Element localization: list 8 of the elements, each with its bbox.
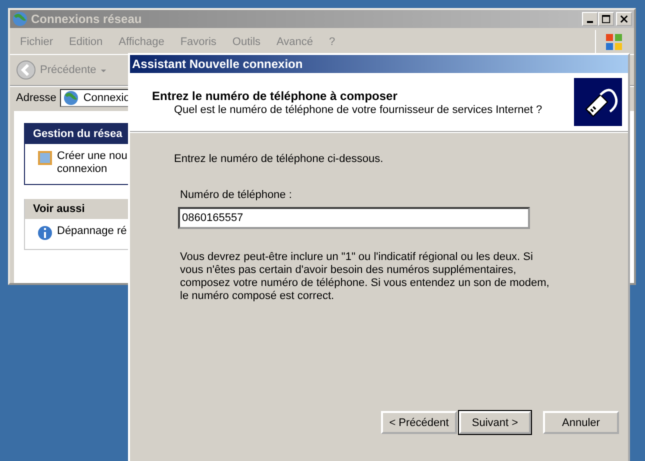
address-label: Adresse [16, 92, 56, 104]
window-title: Connexions réseau [31, 12, 143, 26]
instruction-text: Entrez le numéro de téléphone ci-dessous. [174, 153, 384, 165]
field-label: Numéro de téléphone : [180, 189, 293, 201]
step-heading: Entrez le numéro de téléphone à composer [152, 88, 398, 102]
dialog-title: Assistant Nouvelle connexion [130, 55, 628, 73]
help-text: Vous devrez peut-être inclure un "1" ou l'indicatif régional ou les deux. Si vous n'êtes pas certain d'avoir besoin des numéros supplémentaires, composez votre numéro de téléphone. Si vous entendez un son de modem, le numéro composé est correct. [180, 251, 550, 303]
step-subheading: Quel est le numéro de téléphone de votre fournisseur de services Internet ? [173, 104, 542, 116]
